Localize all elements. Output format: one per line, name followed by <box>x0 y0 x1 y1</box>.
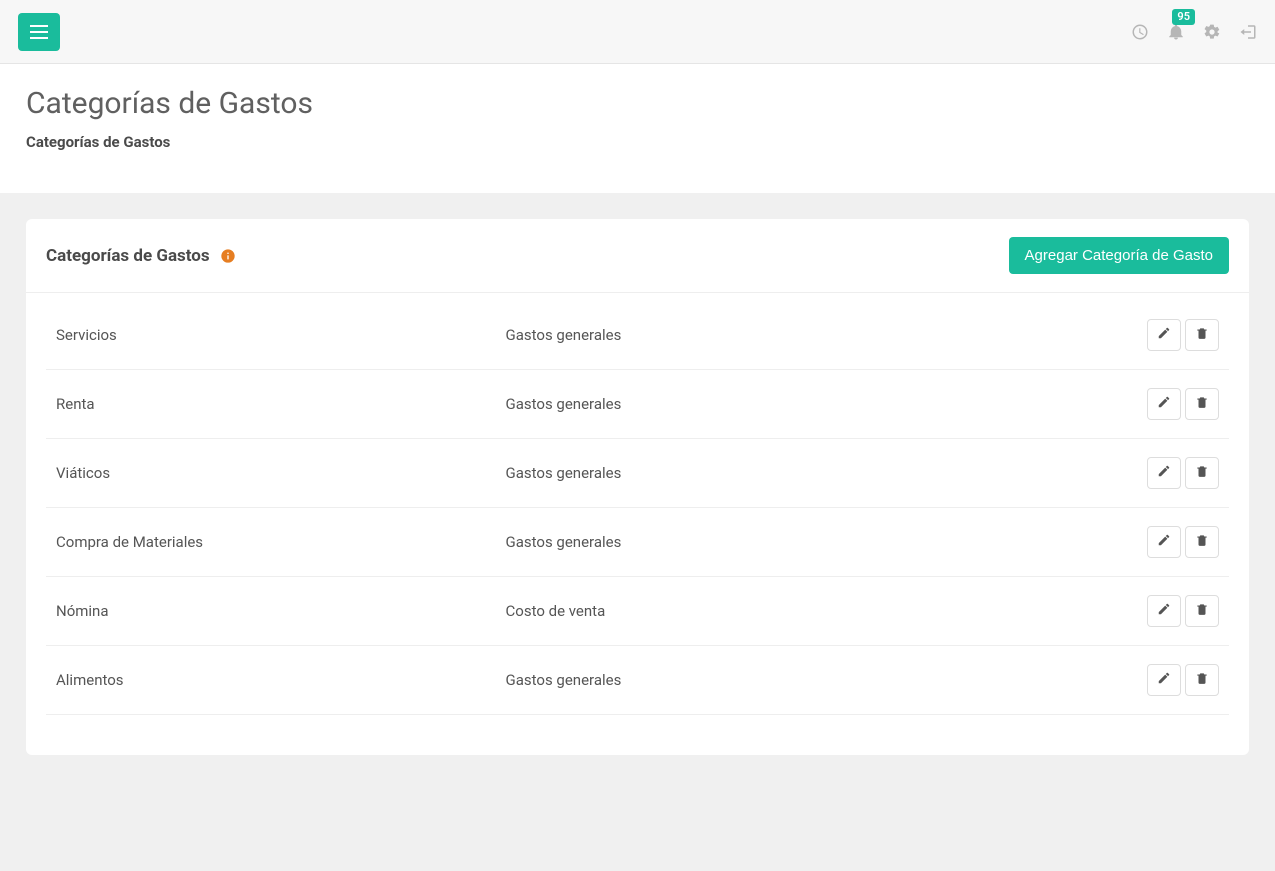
category-name: Renta <box>46 370 496 439</box>
panel-body: ServiciosGastos generalesRentaGastos gen… <box>26 293 1249 755</box>
category-name: Viáticos <box>46 439 496 508</box>
category-type: Gastos generales <box>496 439 1099 508</box>
clock-icon <box>1131 23 1149 41</box>
category-type: Gastos generales <box>496 646 1099 715</box>
table-row: ViáticosGastos generales <box>46 439 1229 508</box>
delete-button[interactable] <box>1185 319 1219 351</box>
edit-button[interactable] <box>1147 664 1181 696</box>
category-name: Servicios <box>46 301 496 370</box>
category-type: Gastos generales <box>496 508 1099 577</box>
edit-button[interactable] <box>1147 595 1181 627</box>
row-actions <box>1099 370 1229 439</box>
edit-button[interactable] <box>1147 319 1181 351</box>
edit-button[interactable] <box>1147 457 1181 489</box>
bell-icon <box>1167 23 1185 41</box>
categories-table: ServiciosGastos generalesRentaGastos gen… <box>46 301 1229 715</box>
delete-button[interactable] <box>1185 388 1219 420</box>
delete-button[interactable] <box>1185 526 1219 558</box>
gear-icon <box>1203 23 1221 41</box>
panel-title: Categorías de Gastos <box>46 246 236 266</box>
row-actions <box>1099 508 1229 577</box>
notification-badge: 95 <box>1172 9 1195 25</box>
logout-icon <box>1239 23 1257 41</box>
add-category-button[interactable]: Agregar Categoría de Gasto <box>1009 237 1229 274</box>
table-row: RentaGastos generales <box>46 370 1229 439</box>
clock-button[interactable] <box>1131 23 1149 41</box>
table-row: ServiciosGastos generales <box>46 301 1229 370</box>
settings-button[interactable] <box>1203 23 1221 41</box>
row-actions <box>1099 301 1229 370</box>
edit-button[interactable] <box>1147 388 1181 420</box>
category-name: Nómina <box>46 577 496 646</box>
category-name: Compra de Materiales <box>46 508 496 577</box>
breadcrumb: Categorías de Gastos <box>26 133 1249 151</box>
pencil-icon <box>1157 395 1171 413</box>
row-actions <box>1099 577 1229 646</box>
pencil-icon <box>1157 533 1171 551</box>
category-type: Costo de venta <box>496 577 1099 646</box>
page-header: Categorías de Gastos Categorías de Gasto… <box>0 64 1275 193</box>
category-type: Gastos generales <box>496 370 1099 439</box>
table-row: Compra de MaterialesGastos generales <box>46 508 1229 577</box>
info-icon[interactable] <box>220 248 236 264</box>
pencil-icon <box>1157 671 1171 689</box>
menu-toggle-button[interactable] <box>18 13 60 51</box>
panel: Categorías de Gastos Agregar Categoría d… <box>26 219 1249 755</box>
category-type: Gastos generales <box>496 301 1099 370</box>
pencil-icon <box>1157 602 1171 620</box>
topbar-right: 95 <box>1131 23 1257 41</box>
panel-title-text: Categorías de Gastos <box>46 246 210 266</box>
trash-icon <box>1195 464 1209 482</box>
trash-icon <box>1195 602 1209 620</box>
hamburger-icon <box>30 25 48 39</box>
logout-button[interactable] <box>1239 23 1257 41</box>
pencil-icon <box>1157 326 1171 344</box>
edit-button[interactable] <box>1147 526 1181 558</box>
panel-header: Categorías de Gastos Agregar Categoría d… <box>26 219 1249 293</box>
page-title: Categorías de Gastos <box>26 86 1249 121</box>
delete-button[interactable] <box>1185 664 1219 696</box>
trash-icon <box>1195 671 1209 689</box>
topbar: 95 <box>0 0 1275 64</box>
row-actions <box>1099 439 1229 508</box>
pencil-icon <box>1157 464 1171 482</box>
trash-icon <box>1195 395 1209 413</box>
table-row: NóminaCosto de venta <box>46 577 1229 646</box>
notifications-button[interactable]: 95 <box>1167 23 1185 41</box>
category-name: Alimentos <box>46 646 496 715</box>
trash-icon <box>1195 533 1209 551</box>
table-row: AlimentosGastos generales <box>46 646 1229 715</box>
content: Categorías de Gastos Agregar Categoría d… <box>0 193 1275 781</box>
delete-button[interactable] <box>1185 457 1219 489</box>
delete-button[interactable] <box>1185 595 1219 627</box>
trash-icon <box>1195 326 1209 344</box>
row-actions <box>1099 646 1229 715</box>
